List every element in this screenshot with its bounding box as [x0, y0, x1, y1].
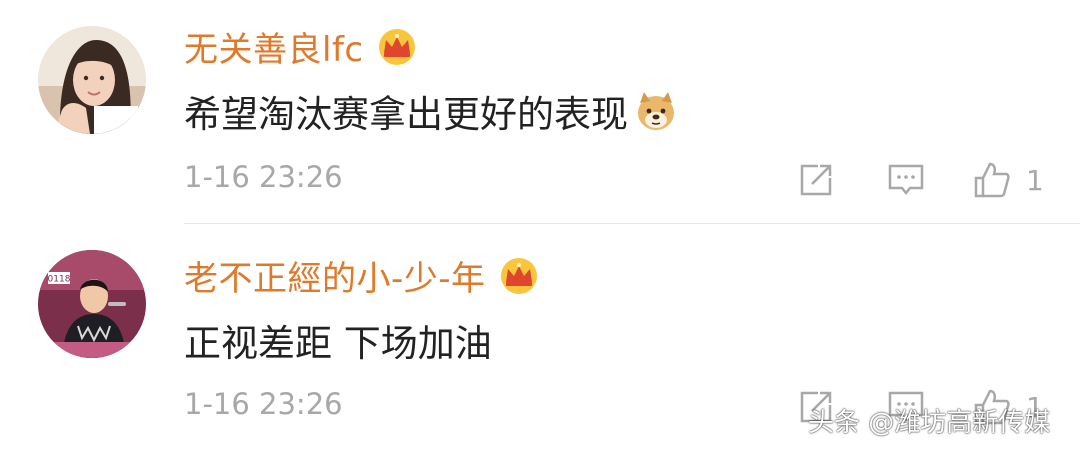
doge-emoji-icon — [634, 89, 678, 133]
username[interactable]: 老不正經的小-少-年 — [184, 251, 542, 300]
like-button[interactable]: 1 — [972, 158, 1044, 202]
avatar[interactable]: 0118 — [38, 250, 146, 358]
timestamp: 1-16 23:26 — [184, 387, 343, 421]
comment-icon — [888, 164, 924, 196]
crown-icon — [374, 27, 420, 67]
comment-item: 无关善良lfc 希望淘汰赛拿出更好的表现 1-16 23:26 1 — [0, 0, 1080, 224]
divider — [184, 223, 1080, 224]
comment-text-content: 希望淘汰赛拿出更好的表现 — [184, 93, 628, 136]
comment-text-content: 正视差距 下场加油 — [184, 322, 492, 365]
username[interactable]: 无关善良lfc — [184, 22, 420, 71]
like-icon — [974, 162, 1010, 198]
repost-button[interactable] — [796, 158, 836, 202]
repost-icon — [800, 164, 832, 196]
reply-button[interactable] — [886, 158, 926, 202]
avatar[interactable] — [38, 26, 146, 134]
like-count: 1 — [1026, 163, 1044, 197]
username-text[interactable]: 无关善良lfc — [184, 22, 364, 71]
comment-text: 正视差距 下场加油 — [184, 313, 492, 367]
timestamp: 1-16 23:26 — [184, 160, 343, 194]
username-text[interactable]: 老不正經的小-少-年 — [184, 251, 486, 300]
comment-text: 希望淘汰赛拿出更好的表现 — [184, 84, 678, 138]
avatar-badge: 0118 — [48, 275, 71, 285]
watermark: 头条 @潍坊高新传媒 — [808, 408, 1051, 438]
crown-icon — [496, 256, 542, 296]
